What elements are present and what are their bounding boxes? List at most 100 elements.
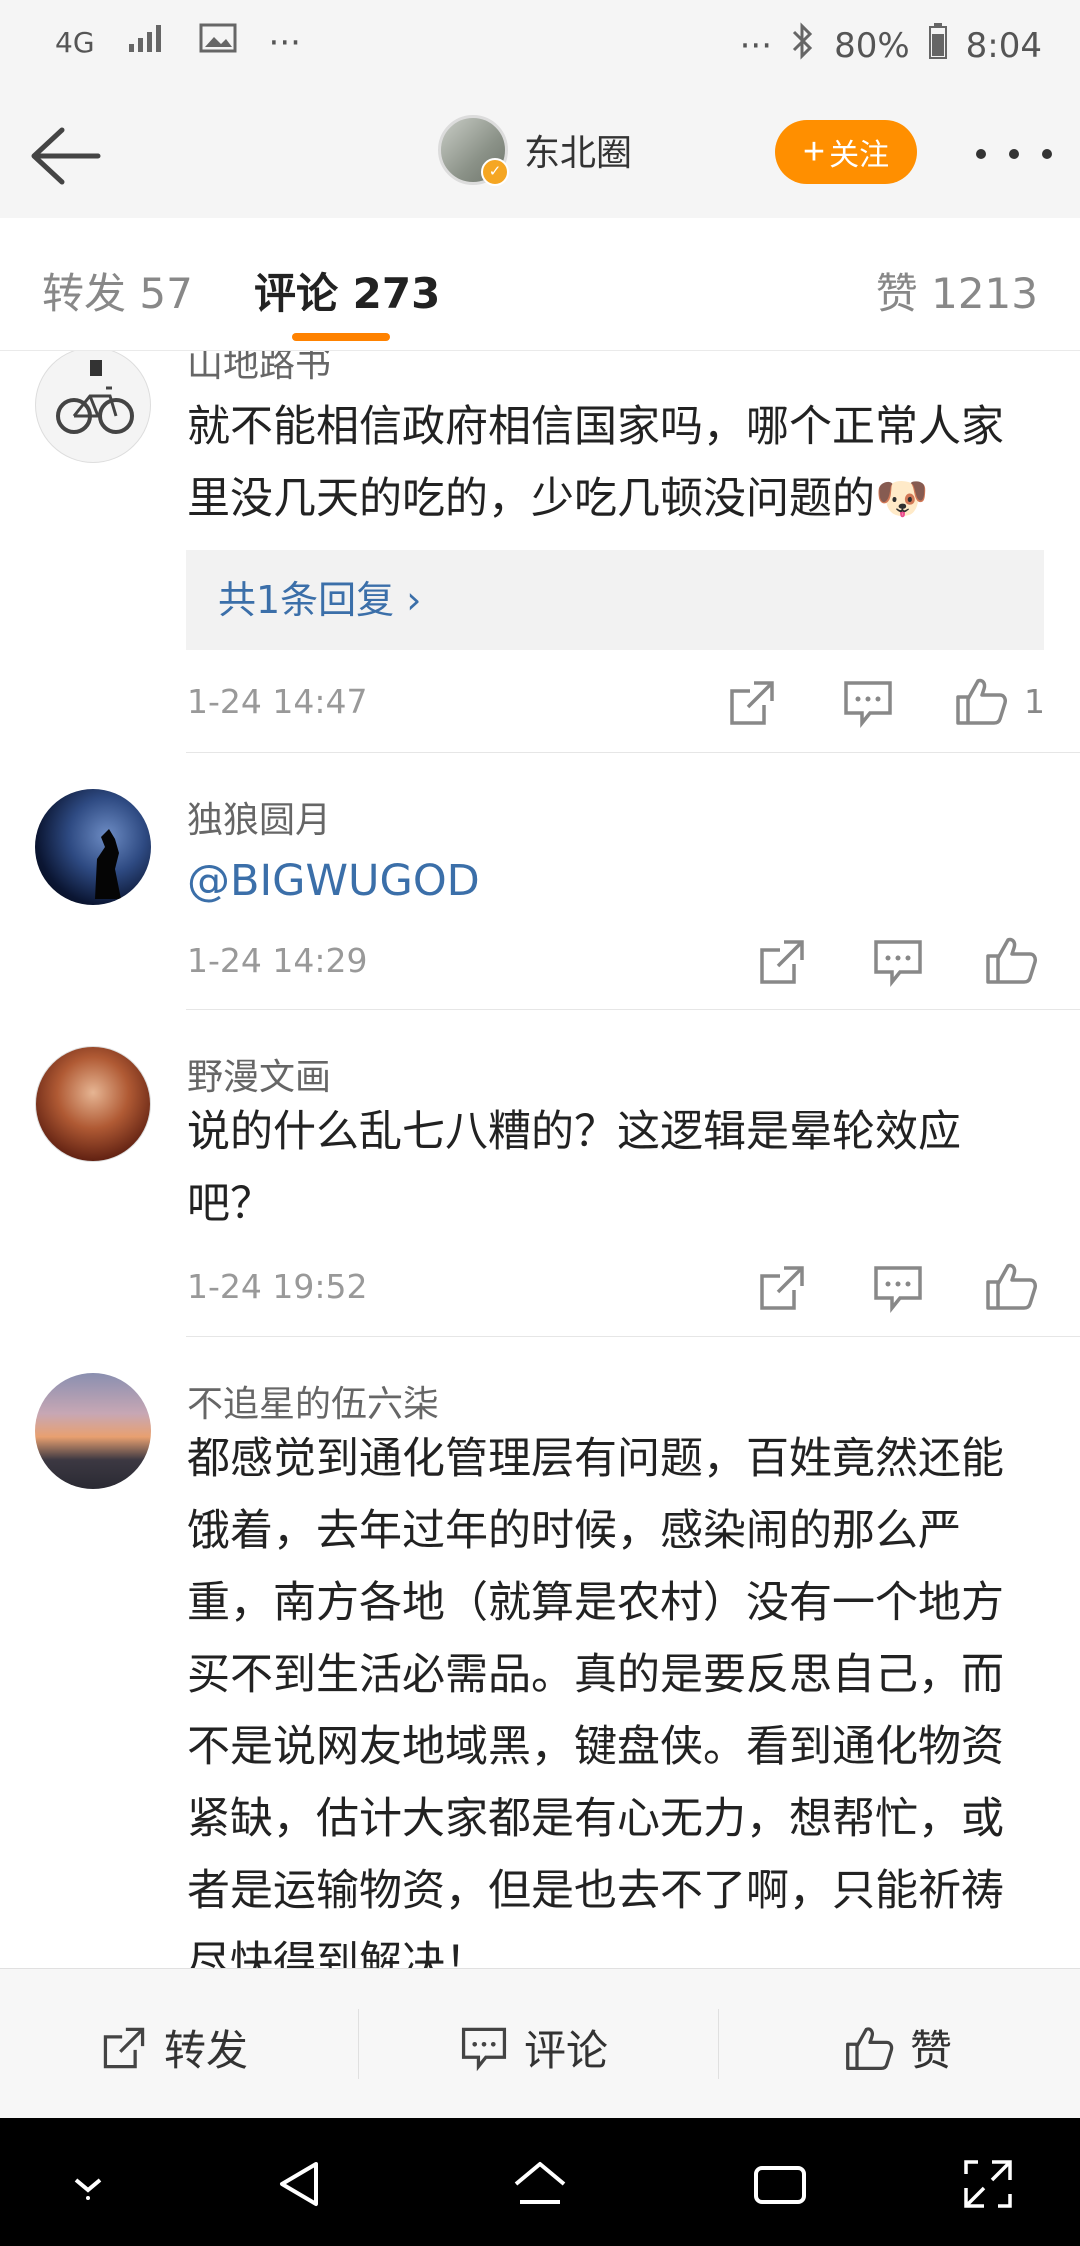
dot-icon xyxy=(1042,149,1052,159)
comment-text: 就不能相信政府相信国家吗，哪个正常人家 xyxy=(187,402,1004,452)
commenter-name[interactable]: 独狼圆月 xyxy=(187,791,331,843)
top-nav-bar: ✓ 东北圈 + 关注 xyxy=(0,92,1080,219)
system-home-button[interactable] xyxy=(510,2154,570,2214)
follow-button[interactable]: + 关注 xyxy=(775,120,917,184)
commenter-avatar[interactable] xyxy=(35,351,151,463)
account-avatar[interactable]: ✓ xyxy=(438,115,509,186)
bluetooth-icon xyxy=(790,22,816,69)
tab-comments[interactable]: 评论 273 xyxy=(254,260,440,321)
expand-icon xyxy=(964,2160,1012,2208)
comment-icon xyxy=(874,940,922,987)
commenter-name[interactable]: 野漫文画 xyxy=(187,1048,331,1100)
comment-text: 吧？ xyxy=(187,1179,273,1229)
thumbs-up-icon xyxy=(986,1263,1037,1310)
system-navigation-bar xyxy=(0,2118,1080,2246)
separator xyxy=(358,2009,359,2079)
recents-icon xyxy=(754,2166,806,2204)
like-label: 赞 xyxy=(910,2026,953,2075)
tab-reposts[interactable]: 转发 57 xyxy=(42,260,193,321)
repost-label: 转发 xyxy=(164,2026,249,2075)
reply-comment-button[interactable] xyxy=(870,934,926,990)
comment-list[interactable]: 山地路书 就不能相信政府相信国家吗，哪个正常人家 里没几天的吃的，少吃几顿没问题… xyxy=(0,351,1080,1968)
expand-screen-button[interactable] xyxy=(958,2154,1018,2214)
gallery-icon xyxy=(199,22,237,63)
comment-mention[interactable]: @BIGWUGOD xyxy=(187,845,1047,917)
like-comment-button[interactable] xyxy=(954,673,1010,729)
battery-icon xyxy=(928,22,948,69)
like-count: 1 xyxy=(1024,682,1045,721)
share-icon xyxy=(103,2027,145,2068)
share-icon xyxy=(730,681,774,725)
separator xyxy=(718,2009,719,2079)
comment-text: 者是运输物资，但是也去不了啊，只能祈祷 xyxy=(187,1866,1004,1916)
repost-comment-button[interactable] xyxy=(754,1260,810,1316)
thumbs-up-icon xyxy=(846,2026,894,2070)
wolf-moon-icon xyxy=(95,829,121,899)
divider xyxy=(186,1336,1080,1337)
account-name[interactable]: 东北圈 xyxy=(524,124,632,176)
system-back-button[interactable] xyxy=(270,2154,330,2214)
thumbs-up-icon xyxy=(986,937,1037,984)
notification-more-icon: ··· xyxy=(739,25,773,66)
detail-tabs: 转发 57 评论 273 赞 1213 xyxy=(0,218,1080,351)
divider xyxy=(186,752,1080,753)
comment-text: 不是说网友地域黑，键盘侠。看到通化物资 xyxy=(187,1722,1004,1772)
thumbs-up-icon xyxy=(956,678,1007,725)
clock: 8:04 xyxy=(965,25,1042,66)
like-button[interactable]: 赞 xyxy=(844,2017,952,2078)
tab-likes[interactable]: 赞 1213 xyxy=(876,260,1038,321)
commenter-name[interactable]: 山地路书 xyxy=(187,351,331,387)
bottom-action-bar: 转发 评论 赞 xyxy=(0,1968,1080,2119)
bicycle-icon xyxy=(56,360,134,434)
like-comment-button[interactable] xyxy=(984,1258,1040,1314)
comment-icon xyxy=(844,681,892,728)
system-recents-button[interactable] xyxy=(750,2154,810,2214)
comment-button[interactable]: 评论 xyxy=(458,2017,608,2078)
reply-comment-button[interactable] xyxy=(870,1260,926,1316)
plus-icon: + xyxy=(802,130,826,173)
repost-button[interactable]: 转发 xyxy=(98,2017,248,2078)
like-comment-button[interactable] xyxy=(984,932,1040,988)
comment-text: 饿着，去年过年的时候，感染闹的那么严 xyxy=(187,1506,961,1556)
more-options-button[interactable] xyxy=(976,132,1052,176)
comment-text: 买不到生活必需品。真的是要反思自己，而 xyxy=(187,1650,1004,1700)
triangle-back-icon xyxy=(280,2162,318,2206)
status-bar: 4G ··· ··· 80% 8:04 xyxy=(0,0,1080,92)
comment-text: 里没几天的吃的，少吃几顿没问题的🐶 xyxy=(187,474,929,524)
chevron-down-icon xyxy=(74,2178,102,2200)
comment-label: 评论 xyxy=(524,2026,609,2075)
battery-percent: 80% xyxy=(834,25,910,66)
commenter-avatar[interactable] xyxy=(35,1046,151,1162)
comment-icon xyxy=(874,1266,922,1313)
divider xyxy=(186,1009,1080,1010)
commenter-name[interactable]: 不追星的伍六柒 xyxy=(187,1375,439,1427)
dot-icon xyxy=(1009,149,1019,159)
comment-text: 紧缺，估计大家都是有心无力，想帮忙，或 xyxy=(187,1794,1004,1844)
network-indicator: 4G xyxy=(55,26,95,59)
verified-badge-icon: ✓ xyxy=(481,158,509,186)
comment-text: 重，南方各地（就算是农村）没有一个地方 xyxy=(187,1578,1004,1628)
follow-label: 关注 xyxy=(829,139,890,172)
more-status-icon: ··· xyxy=(268,22,301,63)
signal-icon xyxy=(127,22,167,63)
commenter-avatar[interactable] xyxy=(35,1373,151,1489)
repost-comment-button[interactable] xyxy=(724,675,780,731)
account-header[interactable]: ✓ 东北圈 xyxy=(438,115,632,186)
back-button[interactable] xyxy=(24,116,104,196)
comment-timestamp: 1-24 14:29 xyxy=(187,941,368,980)
reply-comment-button[interactable] xyxy=(840,675,896,731)
share-icon xyxy=(760,940,804,984)
comment-timestamp: 1-24 14:47 xyxy=(187,682,368,721)
repost-comment-button[interactable] xyxy=(754,934,810,990)
back-arrow-icon xyxy=(31,127,101,185)
view-replies-button[interactable]: 共1条回复 › xyxy=(186,550,1044,650)
hide-keyboard-button[interactable] xyxy=(58,2154,118,2214)
home-icon xyxy=(514,2162,566,2204)
comment-text: 尽快得到解决！ xyxy=(187,1938,488,1968)
comment-text: 说的什么乱七八糟的？这逻辑是晕轮效应 xyxy=(187,1107,961,1157)
comment-icon xyxy=(461,2027,507,2071)
dot-icon xyxy=(976,149,986,159)
comment-timestamp: 1-24 19:52 xyxy=(187,1267,368,1306)
comment-text: 都感觉到通化管理层有问题，百姓竟然还能 xyxy=(187,1434,1004,1484)
commenter-avatar[interactable] xyxy=(35,789,151,905)
